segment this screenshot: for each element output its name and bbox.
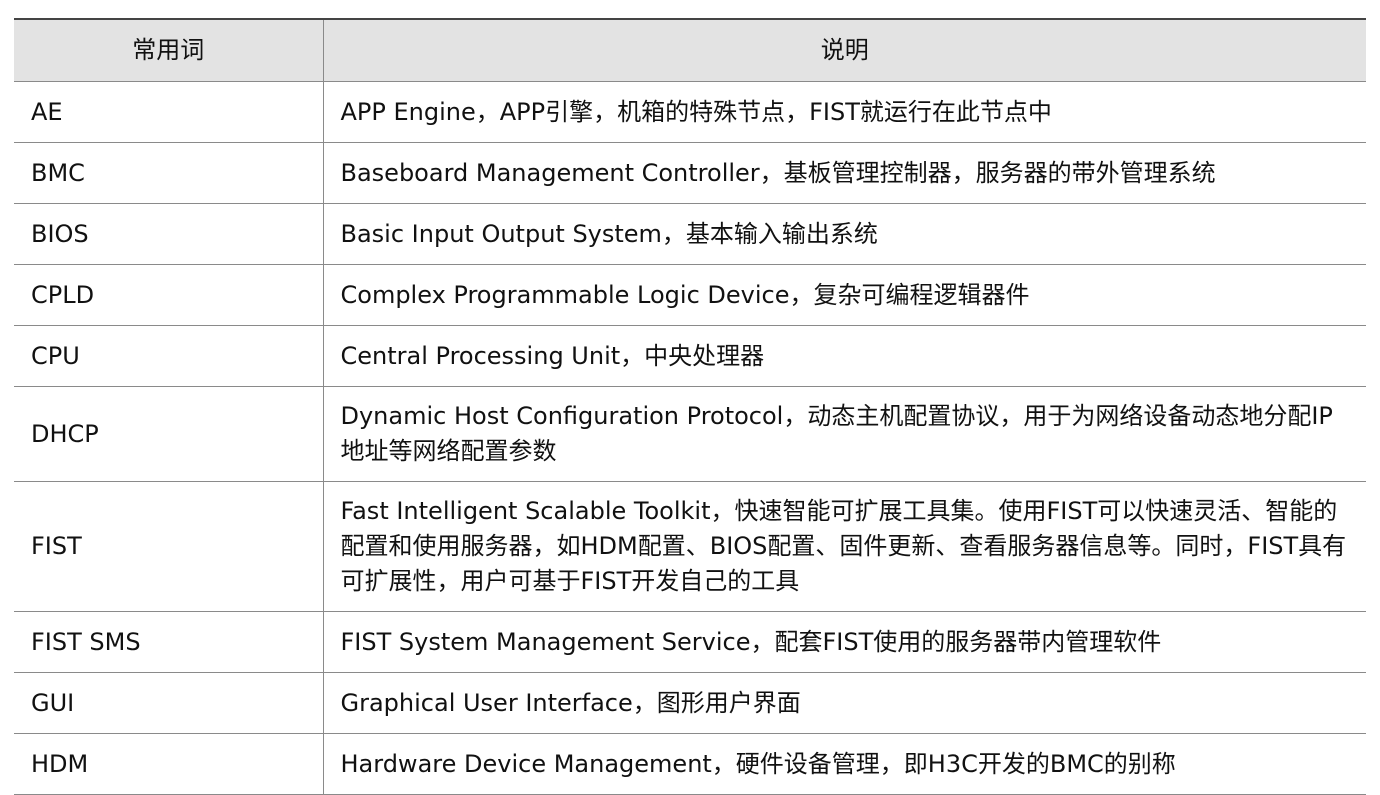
description-cell: Dynamic Host Configuration Protocol，动态主机…	[323, 386, 1366, 482]
description-cell: Complex Programmable Logic Device，复杂可编程逻…	[323, 264, 1366, 326]
description-cell: FIST System Management Service，配套FIST使用的…	[323, 611, 1366, 673]
table-row: CPLD Complex Programmable Logic Device，复…	[14, 264, 1366, 326]
term-cell: AE	[14, 81, 324, 143]
description-cell: Baseboard Management Controller，基板管理控制器，…	[323, 142, 1366, 204]
table-row: AE APP Engine，APP引擎，机箱的特殊节点，FIST就运行在此节点中	[14, 81, 1366, 143]
term-cell: DHCP	[14, 386, 324, 482]
description-cell: Central Processing Unit，中央处理器	[323, 325, 1366, 387]
term-cell: FIST	[14, 481, 324, 612]
term-cell: CPU	[14, 325, 324, 387]
description-cell: Hardware Device Management，硬件设备管理，即H3C开发…	[323, 733, 1366, 795]
term-cell: HDM	[14, 733, 324, 795]
table-header-row: 常用词 说明	[14, 18, 1366, 82]
description-cell: APP Engine，APP引擎，机箱的特殊节点，FIST就运行在此节点中	[323, 81, 1366, 143]
glossary-table: 常用词 说明 AE APP Engine，APP引擎，机箱的特殊节点，FIST就…	[14, 18, 1366, 795]
table-row: HDM Hardware Device Management，硬件设备管理，即H…	[14, 733, 1366, 795]
table-row: CPU Central Processing Unit，中央处理器	[14, 325, 1366, 387]
table-row: DHCP Dynamic Host Configuration Protocol…	[14, 386, 1366, 482]
column-header-description: 说明	[323, 18, 1366, 82]
column-header-term: 常用词	[14, 18, 324, 82]
term-cell: FIST SMS	[14, 611, 324, 673]
table-row: BMC Baseboard Management Controller，基板管理…	[14, 142, 1366, 204]
table-row: FIST SMS FIST System Management Service，…	[14, 611, 1366, 673]
description-cell: Fast Intelligent Scalable Toolkit，快速智能可扩…	[323, 481, 1366, 612]
table-row: GUI Graphical User Interface，图形用户界面	[14, 672, 1366, 734]
table-row: BIOS Basic Input Output System，基本输入输出系统	[14, 203, 1366, 265]
term-cell: GUI	[14, 672, 324, 734]
table-row: FIST Fast Intelligent Scalable Toolkit，快…	[14, 481, 1366, 612]
term-cell: BIOS	[14, 203, 324, 265]
description-cell: Graphical User Interface，图形用户界面	[323, 672, 1366, 734]
term-cell: CPLD	[14, 264, 324, 326]
description-cell: Basic Input Output System，基本输入输出系统	[323, 203, 1366, 265]
term-cell: BMC	[14, 142, 324, 204]
